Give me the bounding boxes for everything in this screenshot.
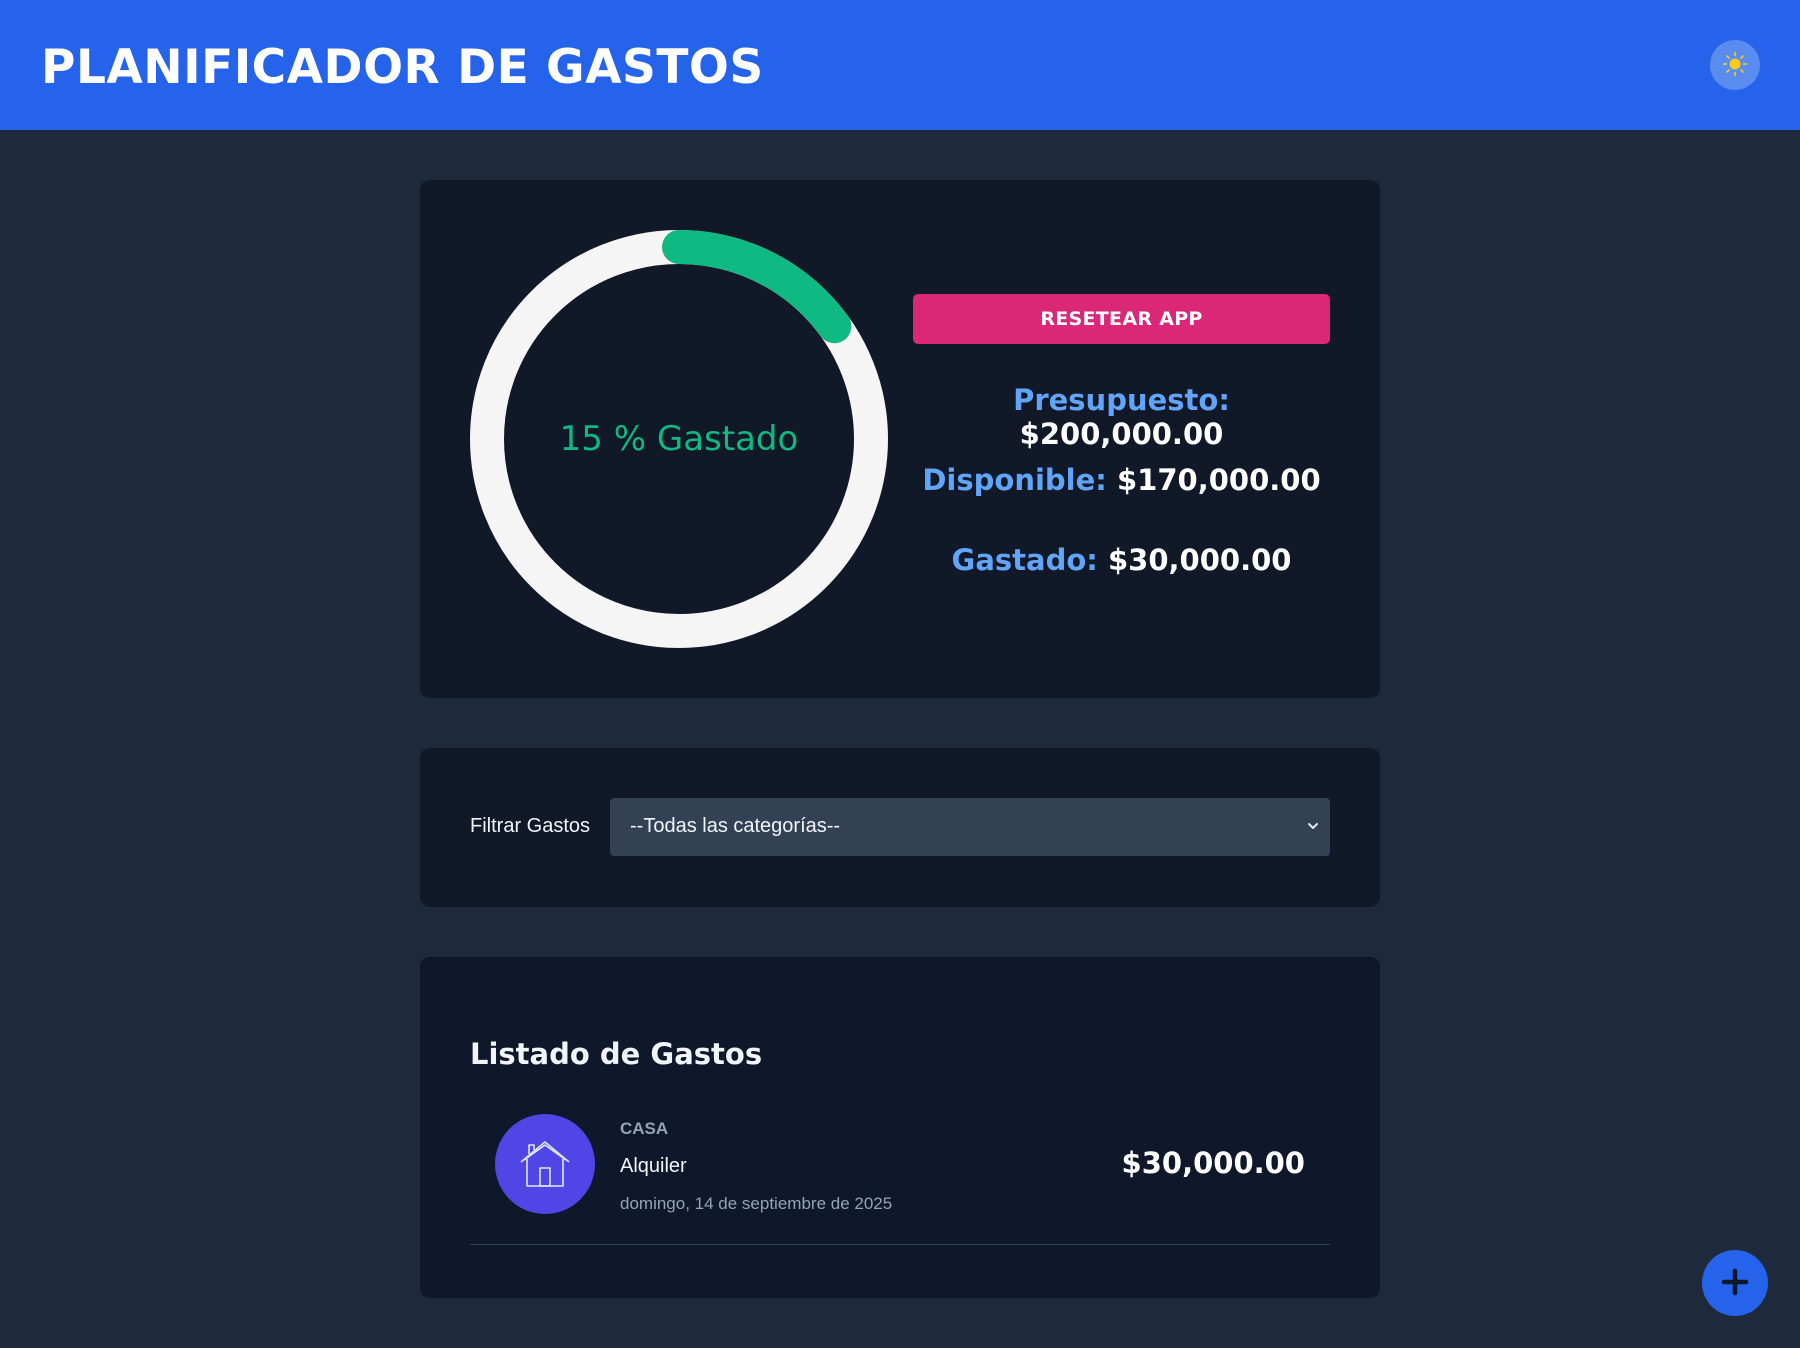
chevron-down-icon xyxy=(1306,816,1320,839)
progress-label: 15 % Gastado xyxy=(559,419,799,459)
house-icon xyxy=(495,1114,595,1214)
budget-card: 15 % Gastado RESETEAR APP Presupuesto: $… xyxy=(420,180,1380,698)
app-title: PLANIFICADOR DE GASTOS xyxy=(41,40,764,95)
budget-spent-label: Gastado: xyxy=(951,543,1098,577)
expense-list-title: Listado de Gastos xyxy=(470,1037,763,1071)
budget-spent: Gastado: $30,000.00 xyxy=(913,543,1330,577)
plus-icon xyxy=(1721,1268,1749,1299)
budget-total-value: $200,000.00 xyxy=(1019,417,1224,451)
budget-total: Presupuesto: $200,000.00 xyxy=(913,383,1330,451)
reset-app-button[interactable]: RESETEAR APP xyxy=(913,294,1330,344)
expense-category: CASA xyxy=(620,1119,669,1138)
app-header: PLANIFICADOR DE GASTOS xyxy=(0,0,1800,130)
budget-spent-value: $30,000.00 xyxy=(1108,543,1292,577)
budget-total-label: Presupuesto: xyxy=(1013,383,1230,417)
add-expense-button[interactable] xyxy=(1702,1250,1768,1316)
filter-label: Filtrar Gastos xyxy=(470,815,591,837)
expense-item[interactable]: CASA Alquiler domingo, 14 de septiembre … xyxy=(470,1114,1330,1245)
theme-toggle-button[interactable] xyxy=(1710,40,1760,90)
budget-progress-ring: 15 % Gastado xyxy=(470,230,888,648)
expense-date: domingo, 14 de septiembre de 2025 xyxy=(620,1194,893,1213)
expense-amount: $30,000.00 xyxy=(1121,1146,1305,1180)
filter-card: Filtrar Gastos --Todas las categorías-- xyxy=(420,748,1380,907)
category-filter-select[interactable]: --Todas las categorías-- xyxy=(610,798,1330,856)
budget-available-label: Disponible: xyxy=(922,463,1107,497)
budget-available: Disponible: $170,000.00 xyxy=(913,463,1330,497)
sun-icon xyxy=(1722,51,1748,80)
expense-name: Alquiler xyxy=(620,1155,687,1177)
expense-list-card: Listado de Gastos CASA Alquiler domingo,… xyxy=(420,957,1380,1298)
budget-available-value: $170,000.00 xyxy=(1116,463,1321,497)
filter-selected-value: --Todas las categorías-- xyxy=(630,815,841,837)
